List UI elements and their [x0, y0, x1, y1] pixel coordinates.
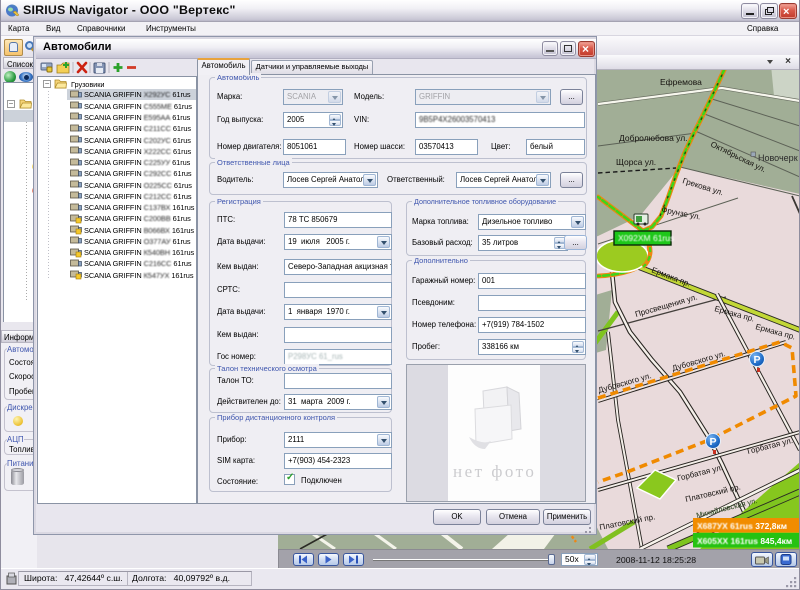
svg-text:Х605ХХ 161rus 845,4км: Х605ХХ 161rus 845,4км [697, 536, 792, 546]
svg-text:Х687УХ 61rus 372,8км: Х687УХ 61rus 372,8км [697, 521, 787, 531]
svg-text:Щорса ул.: Щорса ул. [616, 157, 656, 167]
svg-text:Новочерк: Новочерк [758, 153, 798, 163]
svg-text:Х092ХМ 61rus: Х092ХМ 61rus [618, 233, 674, 243]
svg-text:Ефремова: Ефремова [660, 77, 702, 87]
svg-text:Добролюбова ул.: Добролюбова ул. [619, 133, 688, 143]
svg-text:P: P [754, 354, 761, 366]
svg-text:P: P [710, 436, 717, 448]
